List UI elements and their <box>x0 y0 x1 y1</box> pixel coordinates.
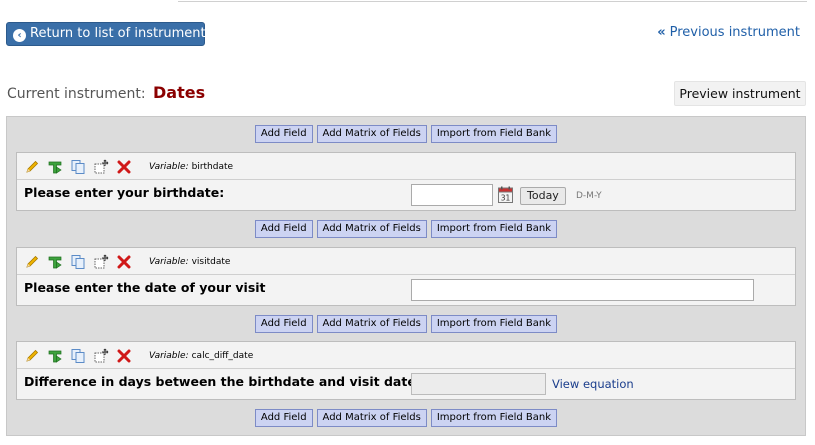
view-equation-link[interactable]: View equation <box>552 377 634 391</box>
pencil-icon[interactable] <box>24 254 40 270</box>
variable-value: calc_diff_date <box>191 351 254 361</box>
add-field-row: Add Field Add Matrix of Fields Import fr… <box>7 315 805 335</box>
import-field-bank-button[interactable]: Import from Field Bank <box>430 220 558 238</box>
visitdate-input[interactable] <box>411 279 754 301</box>
variable-prefix: Variable: <box>149 257 189 267</box>
field-divider <box>17 368 795 369</box>
add-field-row: Add Field Add Matrix of Fields Import fr… <box>7 125 805 145</box>
top-divider <box>178 1 807 2</box>
move-icon[interactable] <box>93 348 109 364</box>
pencil-icon[interactable] <box>24 159 40 175</box>
field-card: Variable: birthdate Please enter your bir… <box>16 152 796 211</box>
previous-instrument-label: Previous instrument <box>669 25 800 40</box>
calc-diff-date-input <box>411 373 546 395</box>
variable-prefix: Variable: <box>149 351 189 361</box>
return-button-label: Return to list of instruments <box>30 26 213 41</box>
branching-logic-icon[interactable] <box>47 159 63 175</box>
previous-instrument-link[interactable]: «Previous instrument <box>657 25 800 40</box>
copy-icon[interactable] <box>70 254 86 270</box>
field-label: Please enter the date of your visit <box>24 280 266 295</box>
copy-icon[interactable] <box>70 348 86 364</box>
delete-icon[interactable] <box>116 159 132 175</box>
circle-arrow-left-icon: ‹ <box>13 29 26 42</box>
double-chevron-left-icon: « <box>657 25 666 40</box>
move-icon[interactable] <box>93 254 109 270</box>
copy-icon[interactable] <box>70 159 86 175</box>
field-divider <box>17 274 795 275</box>
birthdate-input[interactable] <box>411 184 493 206</box>
variable-prefix: Variable: <box>149 162 189 172</box>
add-matrix-button[interactable]: Add Matrix of Fields <box>316 220 427 238</box>
field-editor-panel: Add Field Add Matrix of Fields Import fr… <box>6 116 806 436</box>
add-field-row: Add Field Add Matrix of Fields Import fr… <box>7 220 805 240</box>
field-action-icons <box>24 253 139 270</box>
branching-logic-icon[interactable] <box>47 348 63 364</box>
add-field-button[interactable]: Add Field <box>254 125 313 143</box>
field-label: Please enter your birthdate: <box>24 185 225 200</box>
preview-instrument-button[interactable]: Preview instrument <box>674 81 806 106</box>
instrument-name: Dates <box>153 83 206 102</box>
delete-icon[interactable] <box>116 348 132 364</box>
field-label: Difference in days between the birthdate… <box>24 374 416 389</box>
field-action-icons <box>24 347 139 364</box>
add-field-button[interactable]: Add Field <box>254 315 313 333</box>
current-instrument-heading: Current instrument: Dates <box>7 83 205 102</box>
field-action-icons <box>24 158 139 175</box>
move-icon[interactable] <box>93 159 109 175</box>
today-button[interactable]: Today <box>520 187 566 205</box>
import-field-bank-button[interactable]: Import from Field Bank <box>430 409 558 427</box>
date-format-hint: D-M-Y <box>576 191 602 201</box>
variable-value: birthdate <box>191 162 234 172</box>
variable-value: visitdate <box>191 257 231 267</box>
variable-name: Variable: birthdate <box>149 162 233 172</box>
field-divider <box>17 179 795 180</box>
add-matrix-button[interactable]: Add Matrix of Fields <box>316 125 427 143</box>
field-card: Variable: visitdate Please enter the date… <box>16 247 796 306</box>
return-to-instruments-button[interactable]: ‹ Return to list of instruments <box>6 22 212 46</box>
pencil-icon[interactable] <box>24 348 40 364</box>
calendar-icon-day: 31 <box>501 193 511 202</box>
field-card: Variable: calc_diff_date Difference in da… <box>16 341 796 400</box>
import-field-bank-button[interactable]: Import from Field Bank <box>430 315 558 333</box>
add-field-row: Add Field Add Matrix of Fields Import fr… <box>7 409 805 429</box>
add-matrix-button[interactable]: Add Matrix of Fields <box>316 315 427 333</box>
variable-name: Variable: calc_diff_date <box>149 351 253 361</box>
add-matrix-button[interactable]: Add Matrix of Fields <box>316 409 427 427</box>
calendar-icon[interactable]: 31 <box>498 186 513 203</box>
current-instrument-label: Current instrument: <box>7 86 146 102</box>
add-field-button[interactable]: Add Field <box>254 220 313 238</box>
delete-icon[interactable] <box>116 254 132 270</box>
add-field-button[interactable]: Add Field <box>254 409 313 427</box>
import-field-bank-button[interactable]: Import from Field Bank <box>430 125 558 143</box>
variable-name: Variable: visitdate <box>149 257 230 267</box>
branching-logic-icon[interactable] <box>47 254 63 270</box>
